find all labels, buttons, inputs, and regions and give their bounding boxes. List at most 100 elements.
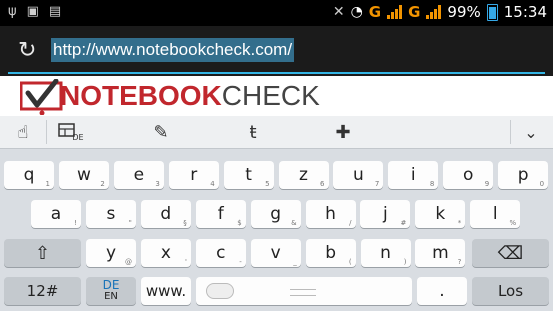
key-j[interactable]: j # <box>360 200 411 228</box>
webpage-content: NOTEBOOKCHECK <box>0 76 553 116</box>
key-y[interactable]: y @ <box>86 239 136 267</box>
key-q[interactable]: q1 <box>4 161 54 189</box>
image-icon: ▣ <box>26 4 39 19</box>
space-toggle-icon <box>206 283 234 299</box>
key-l[interactable]: l% <box>470 200 521 228</box>
key-label: y <box>105 243 117 263</box>
key-d[interactable]: d § <box>140 200 191 228</box>
key-secondary-label: / <box>349 219 352 227</box>
key-k[interactable]: k * <box>415 200 466 228</box>
url-input[interactable]: http://www.notebookcheck.com/ <box>51 38 295 62</box>
keyboard-toolbar: ☝ DE ✎ ŧ ✚ ⌄ <box>0 116 553 149</box>
key-secondary-label: * <box>457 219 462 227</box>
backspace-icon: ⌫ <box>497 242 524 264</box>
key-secondary-label: 3 <box>155 180 160 188</box>
key-w[interactable]: w2 <box>58 161 109 189</box>
key-u[interactable]: u7 <box>333 161 384 189</box>
key-secondary-label: 1 <box>45 180 50 188</box>
layout-de-label: DE <box>72 132 84 142</box>
symbols-key[interactable]: 12# <box>4 277 81 305</box>
key-z[interactable]: z6 <box>278 161 329 189</box>
logo-wordmark: NOTEBOOKCHECK <box>60 80 320 112</box>
key-s[interactable]: s " <box>85 200 136 228</box>
key-a[interactable]: a! <box>31 200 81 228</box>
reload-icon[interactable]: ↻ <box>18 38 36 63</box>
key-secondary-label: ( <box>348 258 352 266</box>
key-c[interactable]: c- <box>195 239 246 267</box>
add-icon[interactable]: ✚ <box>330 116 356 148</box>
key-t[interactable]: t5 <box>223 161 274 189</box>
network-type-1: G <box>368 3 382 21</box>
key-label: h <box>325 204 336 224</box>
key-secondary-label: 4 <box>210 180 215 188</box>
wifi-icon: ◔ <box>350 4 363 20</box>
key-label: x <box>160 243 171 263</box>
key-x[interactable]: x ' <box>140 239 191 267</box>
layout-de-icon[interactable]: DE <box>58 116 84 148</box>
key-secondary-label: 2 <box>100 180 105 188</box>
signal-bars-1-icon <box>387 5 403 19</box>
key-secondary-label: - <box>239 258 242 266</box>
key-label: u <box>353 165 364 185</box>
key-label: m <box>432 243 449 263</box>
signal-bars-2-icon <box>426 5 442 19</box>
www-key[interactable]: www. <box>141 277 191 305</box>
go-key[interactable]: Los <box>472 277 549 305</box>
key-secondary-label: % <box>509 219 517 227</box>
collapse-icon[interactable]: ⌄ <box>518 116 544 148</box>
key-b[interactable]: b( <box>305 239 356 267</box>
key-secondary-label: " <box>128 219 132 227</box>
key-secondary-label: # <box>400 219 407 227</box>
text-cursor-icon[interactable]: ŧ <box>240 116 266 148</box>
url-input-underline <box>8 72 545 74</box>
shift-key[interactable]: ⇧ <box>4 239 81 267</box>
key-label: w <box>76 165 91 185</box>
period-key[interactable]: . <box>417 277 467 305</box>
key-label: z <box>299 165 308 185</box>
edit-icon[interactable]: ✎ <box>148 116 174 148</box>
key-label: n <box>380 243 391 263</box>
key-e[interactable]: e3 <box>113 161 164 189</box>
usb-icon: ψ <box>8 4 17 19</box>
chat-icon: ▤ <box>48 4 62 19</box>
key-f[interactable]: f $ <box>195 200 246 228</box>
key-h[interactable]: h / <box>305 200 356 228</box>
key-label: f <box>217 204 224 224</box>
key-label: k <box>435 204 446 224</box>
gesture-icon[interactable]: ☝ <box>10 116 36 148</box>
space-key[interactable] <box>196 277 412 305</box>
battery-charging-icon <box>486 3 498 21</box>
key-m[interactable]: m? <box>415 239 466 267</box>
soft-keyboard: ☝ DE ✎ ŧ ✚ ⌄ q1w2e3r4t5z6u7i8o9p0 a! s " d §… <box>0 116 553 311</box>
key-secondary-label: _ <box>293 258 297 266</box>
mute-icon: ✕ <box>332 4 345 20</box>
key-label: v <box>270 243 281 263</box>
key-n[interactable]: n) <box>360 239 411 267</box>
key-label: d <box>160 204 172 224</box>
key-p[interactable]: p0 <box>498 161 549 189</box>
logo-wordmark-part1: NOTEBOOK <box>60 80 222 111</box>
key-r[interactable]: r4 <box>168 161 219 189</box>
key-secondary-label: @ <box>125 258 132 266</box>
logo-check-icon <box>19 78 63 116</box>
key-label: c <box>216 243 226 263</box>
key-secondary-label: 6 <box>320 180 325 188</box>
backspace-key[interactable]: ⌫ <box>472 239 549 267</box>
logo-wordmark-part2: CHECK <box>221 80 320 111</box>
key-secondary-label: $ <box>237 219 242 227</box>
key-g[interactable]: g & <box>250 200 301 228</box>
language-switch-key[interactable]: DE EN <box>86 277 136 305</box>
key-o[interactable]: o9 <box>443 161 494 189</box>
key-label: e <box>133 165 145 185</box>
key-label: g <box>270 204 281 224</box>
key-i[interactable]: i8 <box>388 161 439 189</box>
key-label: b <box>325 243 336 263</box>
key-label: i <box>410 165 416 185</box>
toolbar-divider <box>510 120 511 144</box>
key-label: a <box>50 204 62 224</box>
space-handle-icon <box>290 289 316 296</box>
key-secondary-label: ! <box>74 219 77 227</box>
site-logo[interactable]: NOTEBOOKCHECK <box>19 78 320 116</box>
key-secondary-label: ? <box>457 258 462 266</box>
key-v[interactable]: v _ <box>250 239 301 267</box>
